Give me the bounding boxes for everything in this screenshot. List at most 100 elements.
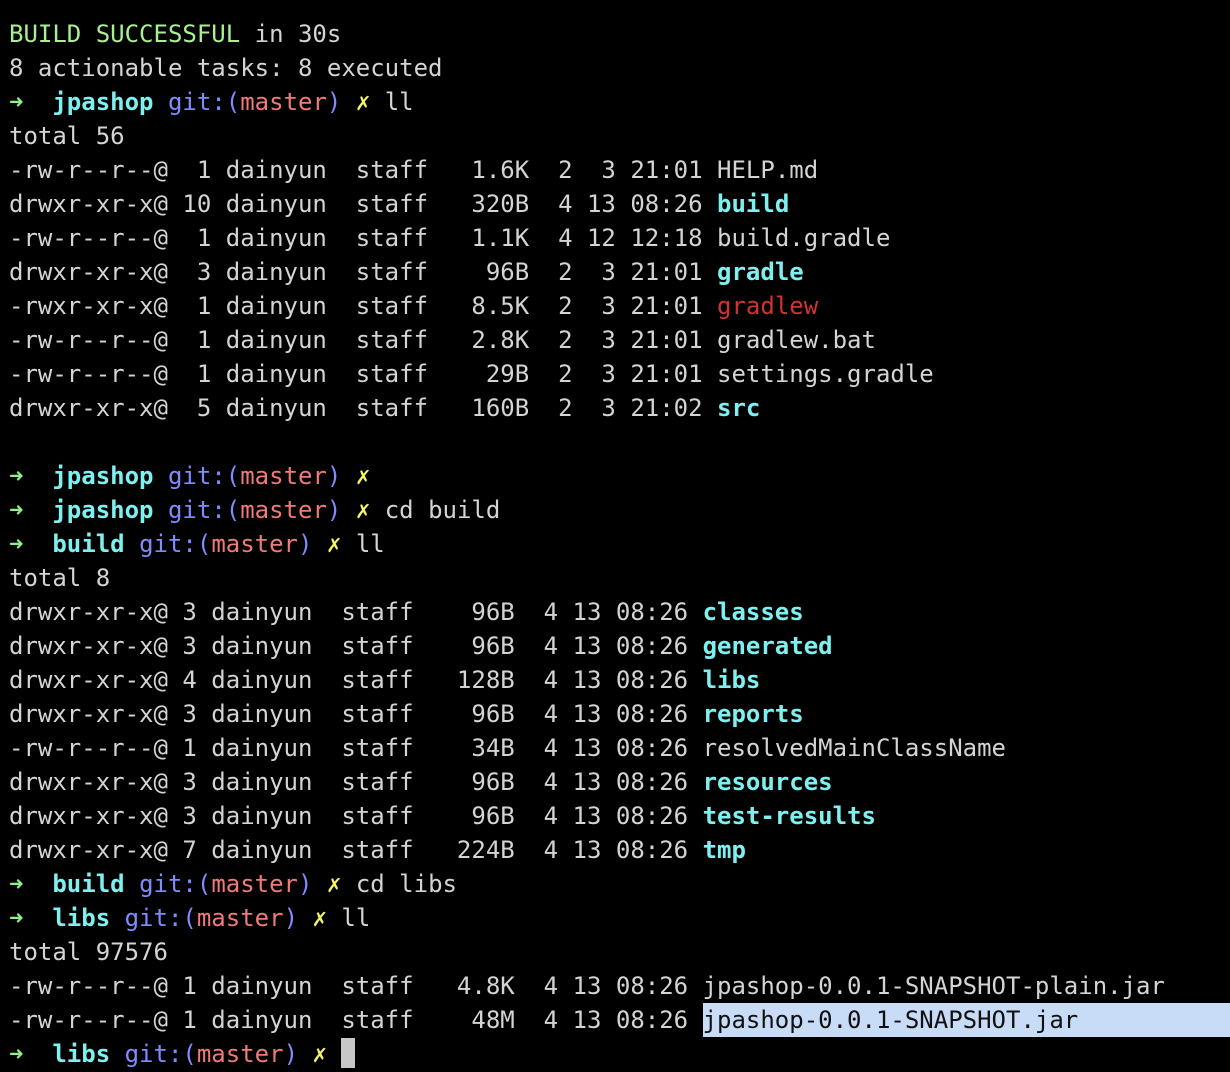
file-name: tmp bbox=[702, 836, 746, 864]
dirty-mark-icon: ✗ bbox=[355, 496, 371, 524]
listing-row: -rw-r--r--@ 1 dainyun staff 1.6K 2 3 21:… bbox=[9, 153, 1230, 187]
prompt-dir: jpashop bbox=[52, 496, 154, 524]
listing-row: -rw-r--r--@ 1 dainyun staff 48M 4 13 08:… bbox=[9, 1003, 1230, 1037]
file-meta: -rw-r--r--@ 1 dainyun staff 4.8K 4 13 08… bbox=[9, 972, 703, 1000]
git-suffix: ) bbox=[326, 88, 342, 116]
prompt-dir: jpashop bbox=[52, 88, 154, 116]
prompt-line: ➜ build git:(master) ✗ ll bbox=[9, 527, 1230, 561]
listing-row: drwxr-xr-x@ 4 dainyun staff 128B 4 13 08… bbox=[9, 663, 1230, 697]
file-meta: drwxr-xr-x@ 7 dainyun staff 224B 4 13 08… bbox=[9, 836, 703, 864]
file-meta: drwxr-xr-x@ 3 dainyun staff 96B 4 13 08:… bbox=[9, 598, 703, 626]
prompt-command: cd build bbox=[384, 496, 501, 524]
file-meta: -rw-r--r--@ 1 dainyun staff 34B 4 13 08:… bbox=[9, 734, 703, 762]
file-name: build.gradle bbox=[717, 224, 891, 252]
listing-row: -rw-r--r--@ 1 dainyun staff 34B 4 13 08:… bbox=[9, 731, 1230, 765]
listing-row: drwxr-xr-x@ 3 dainyun staff 96B 4 13 08:… bbox=[9, 765, 1230, 799]
file-name: jpashop-0.0.1-SNAPSHOT-plain.jar bbox=[702, 972, 1165, 1000]
prompt-arrow-icon: ➜ bbox=[9, 904, 24, 932]
prompt-dir: libs bbox=[52, 904, 111, 932]
prompt-arrow-icon: ➜ bbox=[9, 496, 24, 524]
prompt-command: ll bbox=[341, 904, 371, 932]
file-name: resources bbox=[702, 768, 833, 796]
git-branch: master bbox=[240, 496, 327, 524]
file-meta: drwxr-xr-x@ 10 dainyun staff 320B 4 13 0… bbox=[9, 190, 718, 218]
listing-row: drwxr-xr-x@ 3 dainyun staff 96B 2 3 21:0… bbox=[9, 255, 1230, 289]
git-branch: master bbox=[240, 88, 327, 116]
terminal-window[interactable]: BUILD SUCCESSFUL in 30s 8 actionable tas… bbox=[0, 0, 1230, 1072]
git-suffix: ) bbox=[326, 462, 342, 490]
git-prefix: git:( bbox=[124, 904, 197, 932]
build-status: BUILD SUCCESSFUL bbox=[9, 20, 241, 48]
git-branch: master bbox=[196, 904, 284, 932]
file-name: classes bbox=[702, 598, 804, 626]
file-name: gradlew.bat bbox=[717, 326, 876, 354]
dirty-mark-icon: ✗ bbox=[355, 88, 371, 116]
prompt-arrow-icon: ➜ bbox=[9, 530, 24, 558]
prompt-dir: build bbox=[52, 530, 125, 558]
listing-row: drwxr-xr-x@ 5 dainyun staff 160B 2 3 21:… bbox=[9, 391, 1230, 425]
file-name: gradlew bbox=[717, 292, 819, 320]
file-name: libs bbox=[702, 666, 761, 694]
git-prefix: git:( bbox=[167, 88, 241, 116]
git-prefix: git:( bbox=[167, 462, 241, 490]
file-meta: drwxr-xr-x@ 5 dainyun staff 160B 2 3 21:… bbox=[9, 394, 718, 422]
prompt-line: ➜ jpashop git:(master) ✗ bbox=[9, 459, 1230, 493]
listing-total: total 56 bbox=[9, 122, 125, 150]
git-suffix: ) bbox=[283, 904, 299, 932]
file-name: test-results bbox=[702, 802, 876, 830]
prompt-dir: libs bbox=[52, 1040, 111, 1068]
prompt-line: ➜ libs git:(master) ✗ ll bbox=[9, 901, 1230, 935]
prompt-line: ➜ jpashop git:(master) ✗ cd build bbox=[9, 493, 1230, 527]
prompt-arrow-icon: ➜ bbox=[9, 1040, 24, 1068]
file-name: generated bbox=[702, 632, 833, 660]
file-meta: -rw-r--r--@ 1 dainyun staff 2.8K 2 3 21:… bbox=[9, 326, 718, 354]
listing-2: drwxr-xr-x@ 3 dainyun staff 96B 4 13 08:… bbox=[9, 595, 1230, 867]
build-time: in 30s bbox=[240, 20, 342, 48]
file-meta: drwxr-xr-x@ 3 dainyun staff 96B 2 3 21:0… bbox=[9, 258, 718, 286]
listing-row: -rw-r--r--@ 1 dainyun staff 2.8K 2 3 21:… bbox=[9, 323, 1230, 357]
git-branch: master bbox=[240, 462, 327, 490]
file-name: build bbox=[717, 190, 790, 218]
prompt-arrow-icon: ➜ bbox=[9, 88, 24, 116]
file-meta: drwxr-xr-x@ 3 dainyun staff 96B 4 13 08:… bbox=[9, 802, 703, 830]
file-meta: -rw-r--r--@ 1 dainyun staff 48M 4 13 08:… bbox=[9, 1006, 703, 1034]
file-meta: -rw-r--r--@ 1 dainyun staff 29B 2 3 21:0… bbox=[9, 360, 718, 388]
git-branch: master bbox=[196, 1040, 284, 1068]
git-prefix: git:( bbox=[139, 870, 212, 898]
prompt-line: ➜ build git:(master) ✗ cd libs bbox=[9, 867, 1230, 901]
file-meta: drwxr-xr-x@ 3 dainyun staff 96B 4 13 08:… bbox=[9, 700, 703, 728]
prompt-dir: build bbox=[52, 870, 125, 898]
prompt-line: ➜ jpashop git:(master) ✗ ll bbox=[9, 85, 1230, 119]
active-prompt-line[interactable]: ➜ libs git:(master) ✗ bbox=[9, 1037, 1230, 1071]
file-name: HELP.md bbox=[717, 156, 819, 184]
git-suffix: ) bbox=[326, 496, 342, 524]
git-suffix: ) bbox=[298, 870, 313, 898]
listing-row: -rw-r--r--@ 1 dainyun staff 29B 2 3 21:0… bbox=[9, 357, 1230, 391]
prompt-dir: jpashop bbox=[52, 462, 154, 490]
file-meta: drwxr-xr-x@ 3 dainyun staff 96B 4 13 08:… bbox=[9, 632, 703, 660]
dirty-mark-icon: ✗ bbox=[355, 462, 371, 490]
listing-row: drwxr-xr-x@ 3 dainyun staff 96B 4 13 08:… bbox=[9, 629, 1230, 663]
text-cursor[interactable] bbox=[341, 1038, 356, 1068]
selected-file-name[interactable]: jpashop-0.0.1-SNAPSHOT.jar bbox=[702, 1003, 1230, 1037]
listing-row: drwxr-xr-x@ 3 dainyun staff 96B 4 13 08:… bbox=[9, 799, 1230, 833]
file-name: src bbox=[717, 394, 761, 422]
git-suffix: ) bbox=[283, 1040, 299, 1068]
git-suffix: ) bbox=[298, 530, 313, 558]
dirty-mark-icon: ✗ bbox=[326, 870, 342, 898]
prompt-command: cd libs bbox=[355, 870, 457, 898]
git-branch: master bbox=[211, 530, 299, 558]
git-prefix: git:( bbox=[167, 496, 241, 524]
file-meta: drwxr-xr-x@ 4 dainyun staff 128B 4 13 08… bbox=[9, 666, 703, 694]
prompt-command: ll bbox=[384, 88, 414, 116]
listing-row: -rw-r--r--@ 1 dainyun staff 4.8K 4 13 08… bbox=[9, 969, 1230, 1003]
build-status-line: BUILD SUCCESSFUL in 30s bbox=[9, 17, 1230, 51]
prompt-arrow-icon: ➜ bbox=[9, 870, 24, 898]
listing-row: drwxr-xr-x@ 7 dainyun staff 224B 4 13 08… bbox=[9, 833, 1230, 867]
tasks-line: 8 actionable tasks: 8 executed bbox=[9, 54, 443, 82]
listing-total: total 8 bbox=[9, 564, 111, 592]
listing-row: -rw-r--r--@ 1 dainyun staff 1.1K 4 12 12… bbox=[9, 221, 1230, 255]
file-name: resolvedMainClassName bbox=[702, 734, 1006, 762]
dirty-mark-icon: ✗ bbox=[312, 1040, 327, 1068]
file-meta: -rw-r--r--@ 1 dainyun staff 1.6K 2 3 21:… bbox=[9, 156, 718, 184]
